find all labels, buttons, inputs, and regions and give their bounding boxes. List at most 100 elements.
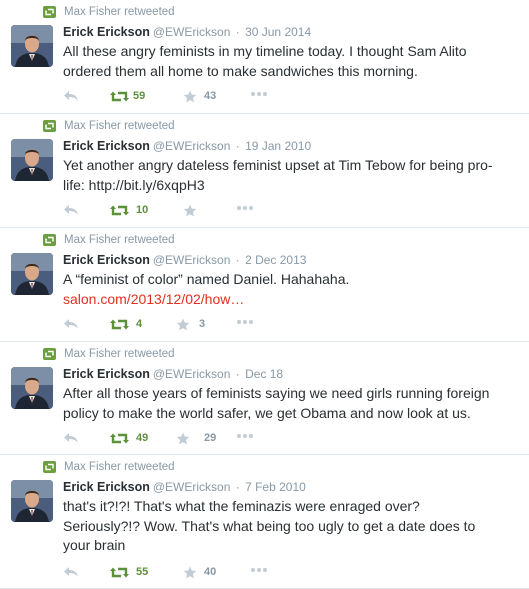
header-separator: · <box>235 253 240 267</box>
tweet-actions: 55 40 <box>63 564 323 580</box>
header-separator: · <box>235 480 240 494</box>
tweet-actions: 59 43 <box>63 88 323 104</box>
tweet-text-line: life: http://bit.ly/6xqpH3 <box>63 176 205 193</box>
tweet-header: Erick Erickson @EWErickson · Dec 18 <box>63 366 283 382</box>
tweet-text-line: that's it?!?! That's what the feminazis … <box>63 498 420 514</box>
author-name[interactable]: Erick Erickson <box>63 480 150 494</box>
tweet-text-line: Seriously?!? Wow. That's what being too … <box>63 517 476 534</box>
tweet[interactable]: Max Fisher retweeted Erick Erickson @EWEri… <box>0 342 529 455</box>
more-dots-icon <box>237 206 253 210</box>
author-handle[interactable]: @EWErickson <box>153 139 231 153</box>
tweet-header: Erick Erickson @EWErickson · 7 Feb 2010 <box>63 479 306 495</box>
tweet-text-line: your brain <box>63 537 126 553</box>
tweet-header: Erick Erickson @EWErickson · 2 Dec 2013 <box>63 252 306 268</box>
retweet-count: 55 <box>136 566 149 578</box>
tweet[interactable]: Max Fisher retweeted Erick Erickson @EWEri… <box>0 455 529 589</box>
author-name[interactable]: Erick Erickson <box>63 139 150 153</box>
tweet-text-line: Yet another angry dateless feminist upse… <box>63 157 493 173</box>
favorite-star-icon <box>183 204 197 217</box>
author-handle[interactable]: @EWErickson <box>153 25 231 39</box>
avatar-photo <box>11 139 53 181</box>
tweet[interactable]: Max Fisher retweeted Erick Erickson @EWEri… <box>0 0 529 114</box>
avatar-photo <box>11 367 53 409</box>
more-dots-icon <box>237 434 253 438</box>
avatar[interactable] <box>11 367 53 409</box>
retweeted-by-label[interactable]: Max Fisher retweeted <box>64 233 175 247</box>
reply-icon <box>64 433 78 443</box>
retweet-icon <box>110 433 129 444</box>
favorite-star-icon <box>176 432 190 445</box>
avatar-photo <box>11 480 53 522</box>
reply-icon <box>64 319 78 329</box>
favorite-count: 43 <box>204 90 217 102</box>
tweet-text: A “feminist of color” named Daniel. Haha… <box>63 270 525 309</box>
tweet-actions: 10 <box>63 202 323 218</box>
more-dots-icon <box>251 568 267 572</box>
favorite-star-icon <box>183 566 197 579</box>
retweeted-badge-icon <box>43 120 56 132</box>
tweet-timestamp[interactable]: 7 Feb 2010 <box>245 480 306 494</box>
tweet-text-line: A “feminist of color” named Daniel. Haha… <box>63 271 350 287</box>
retweet-icon <box>110 91 129 102</box>
more-dots-icon <box>251 92 267 96</box>
retweet-icon <box>110 205 129 216</box>
tweet-timestamp[interactable]: 30 Jun 2014 <box>245 25 311 39</box>
avatar[interactable] <box>11 25 53 67</box>
tweet-link[interactable]: salon.com/2013/12/02/how… <box>63 290 525 310</box>
reply-icon <box>64 567 78 577</box>
tweet-text-line: ordered them all home to make sandwiches… <box>63 62 418 79</box>
tweet[interactable]: Max Fisher retweeted Erick Erickson @EWEri… <box>0 228 529 342</box>
tweet[interactable]: Max Fisher retweeted Erick Erickson @EWEri… <box>0 114 529 228</box>
tweet-text: Yet another angry dateless feminist upse… <box>63 156 525 195</box>
retweet-icon <box>110 567 129 578</box>
retweeted-by-label[interactable]: Max Fisher retweeted <box>64 5 175 19</box>
tweet-actions: 49 29 <box>63 430 323 446</box>
tweet-header: Erick Erickson @EWErickson · 30 Jun 2014 <box>63 24 311 40</box>
header-separator: · <box>235 367 240 381</box>
retweeted-by-label[interactable]: Max Fisher retweeted <box>64 347 175 361</box>
author-handle[interactable]: @EWErickson <box>153 253 231 267</box>
header-separator: · <box>235 25 240 39</box>
tweet-text-line: After all those years of feminists sayin… <box>63 385 490 401</box>
author-handle[interactable]: @EWErickson <box>153 367 231 381</box>
tweet-text-line: policy to make the world safer, we get O… <box>63 404 471 421</box>
tweet-text: that's it?!?! That's what the feminazis … <box>63 497 525 556</box>
tweet-timestamp[interactable]: Dec 18 <box>245 367 283 381</box>
favorite-star-icon <box>176 318 190 331</box>
favorite-count: 29 <box>204 432 217 444</box>
retweet-count: 4 <box>136 318 143 330</box>
header-separator: · <box>235 139 240 153</box>
avatar-photo <box>11 253 53 295</box>
retweeted-by-label[interactable]: Max Fisher retweeted <box>64 460 175 474</box>
tweet-header: Erick Erickson @EWErickson · 19 Jan 2010 <box>63 138 311 154</box>
tweet-actions: 43 <box>63 316 323 332</box>
tweet-timestamp[interactable]: 19 Jan 2010 <box>245 139 311 153</box>
retweeted-badge-icon <box>43 348 56 360</box>
author-handle[interactable]: @EWErickson <box>153 480 231 494</box>
author-name[interactable]: Erick Erickson <box>63 253 150 267</box>
avatar[interactable] <box>11 139 53 181</box>
reply-icon <box>64 91 78 101</box>
author-name[interactable]: Erick Erickson <box>63 367 150 381</box>
tweet-text-line: All these angry feminists in my timeline… <box>63 43 467 59</box>
retweet-count: 49 <box>136 432 149 444</box>
retweeted-badge-icon <box>43 461 56 473</box>
retweeted-by-label[interactable]: Max Fisher retweeted <box>64 119 175 133</box>
retweet-icon <box>110 319 129 330</box>
avatar[interactable] <box>11 253 53 295</box>
favorite-star-icon <box>183 90 197 103</box>
tweet-text: After all those years of feminists sayin… <box>63 384 525 423</box>
reply-icon <box>64 205 78 215</box>
retweeted-badge-icon <box>43 234 56 246</box>
author-name[interactable]: Erick Erickson <box>63 25 150 39</box>
retweeted-badge-icon <box>43 6 56 18</box>
favorite-count: 40 <box>204 566 217 578</box>
favorite-count: 3 <box>199 318 206 330</box>
timeline: Max Fisher retweeted Erick Erickson @EWEri… <box>0 0 529 589</box>
tweet-timestamp[interactable]: 2 Dec 2013 <box>245 253 306 267</box>
avatar-photo <box>11 25 53 67</box>
avatar[interactable] <box>11 480 53 522</box>
more-dots-icon <box>237 320 253 324</box>
tweet-text: All these angry feminists in my timeline… <box>63 42 525 81</box>
retweet-count: 10 <box>136 204 149 216</box>
